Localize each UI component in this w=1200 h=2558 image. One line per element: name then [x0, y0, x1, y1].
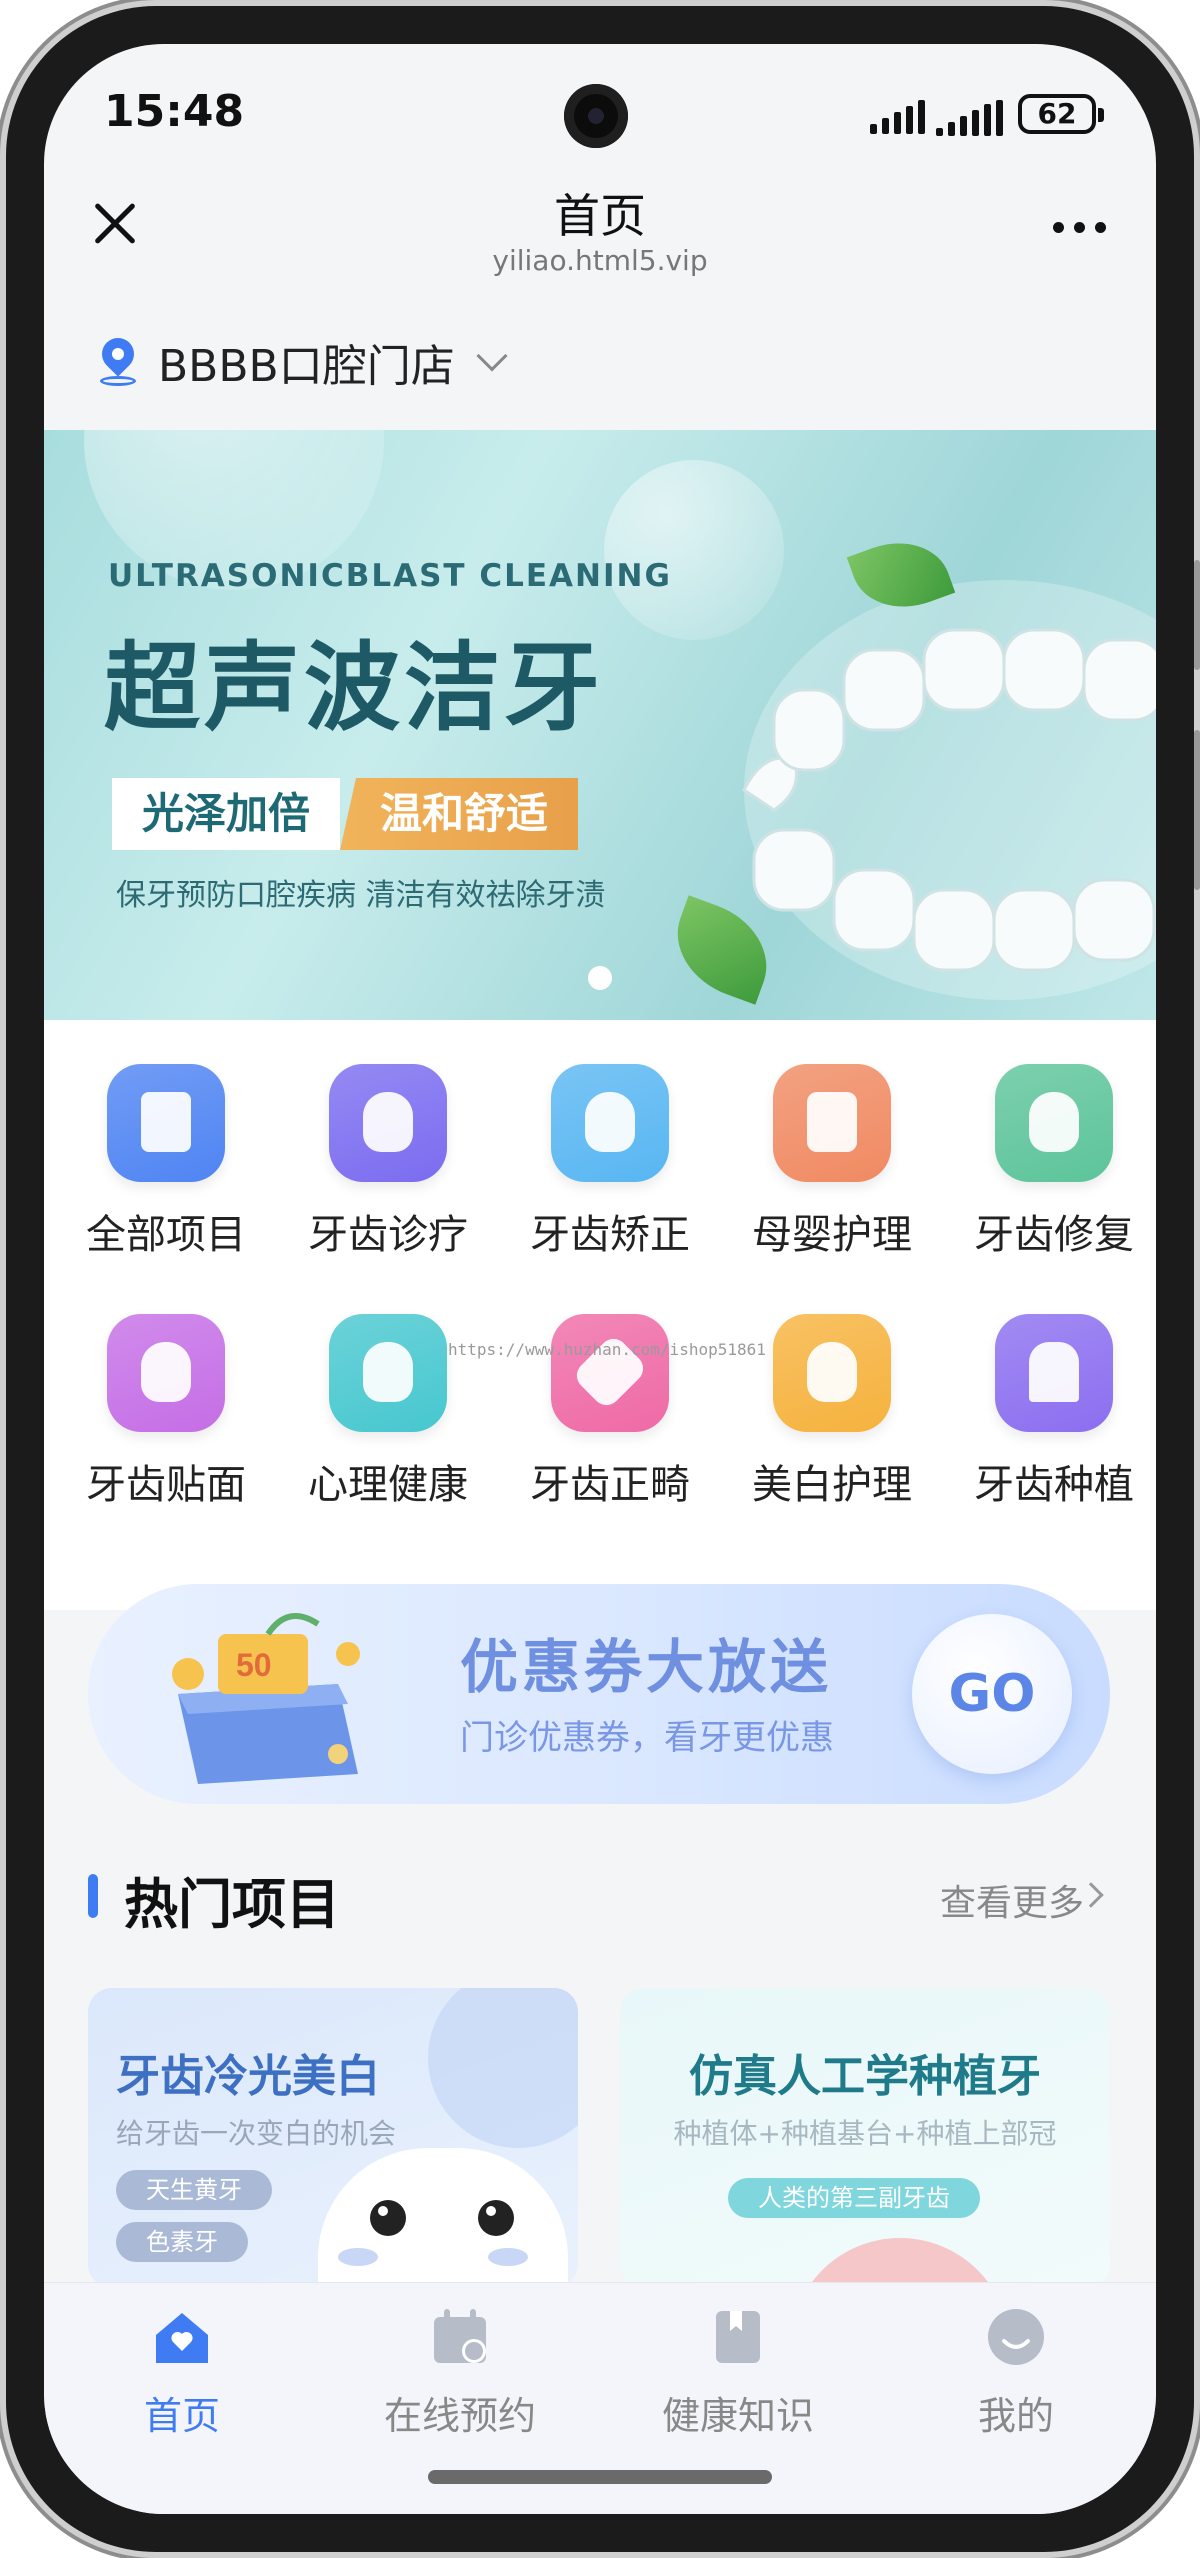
wifi-signal-icon	[936, 100, 1003, 136]
category-item[interactable]: 牙齿贴面	[66, 1314, 266, 1510]
page-title: 首页	[554, 189, 646, 243]
banner-tag: 光泽加倍	[112, 778, 341, 850]
category-item[interactable]: 牙齿种植	[954, 1314, 1154, 1510]
category-label: 美白护理	[752, 1462, 912, 1508]
sparkle-tooth-icon	[773, 1314, 891, 1432]
front-camera	[564, 84, 628, 148]
category-label: 牙齿诊疗	[308, 1212, 468, 1258]
tooth-search-icon	[995, 1064, 1113, 1182]
project-card[interactable]: 仿真人工学种植牙 种植体+种植基台+种植上部冠 人类的第三副牙齿	[620, 1988, 1110, 2288]
category-grid: 全部项目 牙齿诊疗 牙齿矫正 母婴护理 牙齿修复 牙齿贴面 心理健康 牙齿正畸 …	[44, 1020, 1156, 1610]
category-label: 心理健康	[308, 1462, 468, 1508]
card-subtitle: 给牙齿一次变白的机会	[116, 2117, 397, 2150]
home-indicator[interactable]	[428, 2470, 772, 2484]
power-button	[1194, 730, 1200, 890]
store-selector[interactable]: BBBB口腔门店	[44, 294, 1156, 430]
tooth-plus-icon	[329, 1064, 447, 1182]
promo-banner[interactable]: ULTRASONICBLAST CLEANING 超声波洁牙 光泽加倍 温和舒适…	[44, 430, 1156, 1020]
tooth-heart-icon	[329, 1314, 447, 1432]
go-button[interactable]: GO	[912, 1614, 1072, 1774]
tab-label: 首页	[143, 2394, 220, 2438]
card-tag: 色素牙	[116, 2222, 248, 2262]
tab-home[interactable]: 首页	[82, 2307, 282, 2440]
home-icon	[156, 2313, 208, 2363]
coupon-banner[interactable]: 50 优惠券大放送 门诊优惠券，看牙更优惠 GO	[88, 1584, 1110, 1804]
battery-icon: 62	[1018, 94, 1104, 134]
section-accent-bar	[88, 1874, 98, 1918]
card-title: 仿真人工学种植牙	[689, 2051, 1041, 2102]
banner-tags: 光泽加倍 温和舒适	[112, 778, 579, 850]
crib-icon	[773, 1064, 891, 1182]
bubble-decoration	[428, 1988, 578, 2148]
coupon-title: 优惠券大放送	[460, 1633, 833, 1701]
status-bar: 15:48 62	[44, 44, 1156, 174]
category-item[interactable]: 牙齿修复	[954, 1064, 1154, 1260]
smiley-icon	[988, 2309, 1044, 2365]
coupon-subtitle: 门诊优惠券，看牙更优惠	[460, 1718, 834, 1758]
volume-button	[1194, 560, 1200, 670]
category-label: 牙齿修复	[974, 1212, 1134, 1258]
gift-value: 50	[236, 1647, 272, 1683]
category-item[interactable]: 牙齿矫正	[510, 1064, 710, 1260]
more-options-icon[interactable]	[1053, 222, 1106, 233]
tooth-mascot	[318, 2148, 568, 2288]
banner-description: 保牙预防口腔疾病 清洁有效祛除牙渍	[116, 878, 606, 913]
tooth-icon	[107, 1314, 225, 1432]
book-icon	[716, 2311, 760, 2363]
gum-illustration	[790, 2238, 1010, 2288]
category-item[interactable]: 牙齿诊疗	[288, 1064, 488, 1260]
category-item[interactable]: 全部项目	[66, 1064, 266, 1260]
implant-icon	[995, 1314, 1113, 1432]
tab-booking[interactable]: 在线预约	[360, 2307, 560, 2440]
card-subtitle: 种植体+种植基台+种植上部冠	[673, 2117, 1057, 2150]
page-url: yiliao.html5.vip	[492, 244, 708, 277]
document-icon	[107, 1064, 225, 1182]
tab-label: 我的	[977, 2394, 1054, 2438]
signal-icon	[870, 100, 925, 134]
see-more-link[interactable]: 查看更多	[940, 1874, 1084, 1926]
hot-section-header: 热门项目 查看更多	[88, 1854, 1110, 1936]
phone-screen: 15:48 62 首页 yiliao.html5.vip BBBB口腔门店 UL…	[44, 44, 1156, 2514]
title-bar: 首页 yiliao.html5.vip	[44, 174, 1156, 294]
project-card[interactable]: 牙齿冷光美白 给牙齿一次变白的机会 天生黄牙 色素牙	[88, 1988, 578, 2288]
category-label: 牙齿种植	[974, 1462, 1134, 1508]
tab-profile[interactable]: 我的	[916, 2307, 1116, 2440]
tab-label: 在线预约	[383, 2394, 536, 2438]
banner-title: 超声波洁牙	[104, 631, 604, 744]
category-label: 牙齿贴面	[86, 1462, 246, 1508]
section-title: 热门项目	[124, 1873, 340, 1936]
carousel-indicator[interactable]	[588, 966, 612, 990]
card-title: 牙齿冷光美白	[116, 2051, 380, 2102]
card-tag: 人类的第三副牙齿	[728, 2178, 980, 2218]
store-name: BBBB口腔门店	[158, 341, 455, 392]
category-label: 全部项目	[86, 1212, 246, 1258]
card-tag: 天生黄牙	[116, 2170, 272, 2210]
chevron-down-icon	[476, 340, 508, 372]
category-label: 牙齿正畸	[530, 1462, 690, 1508]
location-pin-icon	[100, 338, 136, 386]
category-item[interactable]: 母婴护理	[732, 1064, 932, 1260]
tab-knowledge[interactable]: 健康知识	[638, 2307, 838, 2440]
bandage-icon	[551, 1314, 669, 1432]
braces-icon	[551, 1064, 669, 1182]
category-label: 牙齿矫正	[530, 1212, 690, 1258]
banner-subtitle-en: ULTRASONICBLAST CLEANING	[108, 558, 672, 594]
tab-label: 健康知识	[661, 2394, 814, 2438]
gift-box-icon: 50	[172, 1613, 360, 1784]
watermark-text: https://www.huzhan.com/ishop51861	[448, 1340, 766, 1359]
category-label: 母婴护理	[752, 1212, 912, 1258]
status-time: 15:48	[104, 86, 245, 137]
calendar-icon	[434, 2309, 486, 2363]
banner-tag: 温和舒适	[340, 778, 579, 850]
